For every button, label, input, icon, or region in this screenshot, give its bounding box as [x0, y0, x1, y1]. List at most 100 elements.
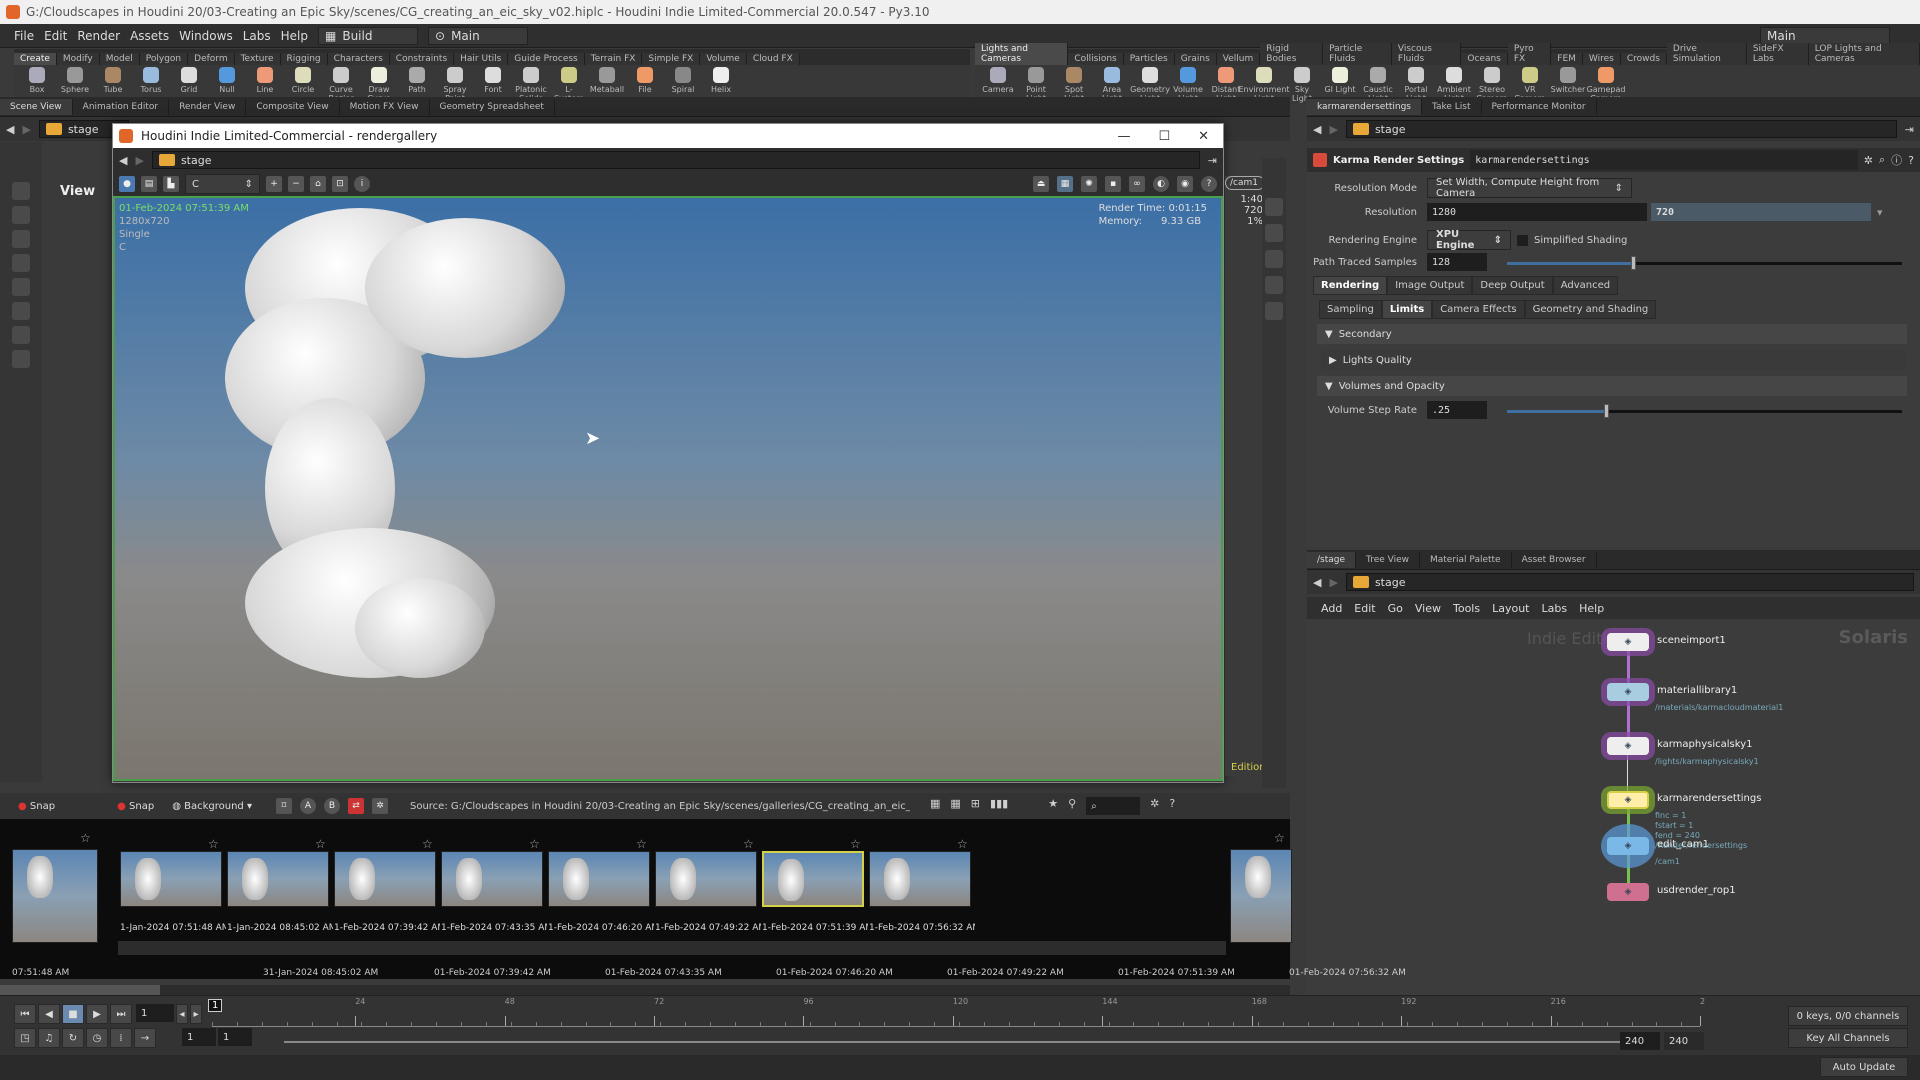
zoom-in-icon[interactable]: +	[266, 176, 282, 192]
gallery-thumbnail[interactable]	[120, 851, 222, 907]
net-menu-view[interactable]: View	[1415, 602, 1441, 615]
search-icon[interactable]: ⌕	[1879, 153, 1885, 167]
snap-button[interactable]: ● Snap	[117, 801, 154, 812]
back-thumbnail-right[interactable]	[1230, 849, 1292, 943]
desktop-select[interactable]: ▦ Build	[318, 26, 418, 45]
menu-labs[interactable]: Labs	[243, 29, 271, 43]
samples-slider[interactable]	[1507, 256, 1902, 270]
shelf-tab-cloud-fx[interactable]: Cloud FX	[746, 53, 800, 65]
net-menu-labs[interactable]: Labs	[1542, 602, 1568, 615]
playback-start-field[interactable]: 1	[218, 1028, 252, 1046]
gallery-thumbnail[interactable]	[227, 851, 329, 907]
crop-icon[interactable]: ▪	[1105, 176, 1121, 192]
pin-icon[interactable]: ⇥	[1208, 154, 1217, 167]
pane-tab-stage[interactable]: /stage	[1307, 551, 1357, 568]
network-node-materiallibrary1[interactable]: ◈	[1607, 683, 1649, 701]
net-menu-add[interactable]: Add	[1321, 602, 1342, 615]
network-node-sceneimport1[interactable]: ◈	[1607, 633, 1649, 651]
samples-field[interactable]: 128	[1427, 253, 1487, 271]
gear-icon[interactable]: ✲	[1864, 154, 1873, 167]
favorite-star-icon[interactable]: ☆	[422, 837, 433, 851]
context-select[interactable]: ⊙ Main	[428, 26, 528, 45]
simplified-shading-checkbox[interactable]	[1517, 234, 1528, 246]
shelf-tool-helix[interactable]: Helix	[704, 67, 738, 94]
gallery-thumbnail[interactable]	[548, 851, 650, 907]
pane-tab-karmarendersettings[interactable]: karmarendersettings	[1307, 98, 1422, 115]
pane-tab-render-view[interactable]: Render View	[169, 98, 247, 115]
favorite-star-icon[interactable]: ☆	[636, 837, 647, 851]
camera-select[interactable]: /cam1	[1225, 176, 1265, 190]
pane-tab-performance-monitor[interactable]: Performance Monitor	[1482, 98, 1597, 115]
range-end-field[interactable]: 240	[1620, 1032, 1660, 1050]
favorite-star-icon[interactable]: ☆	[80, 831, 91, 845]
shelf-tab-rigid-bodies[interactable]: Rigid Bodies	[1260, 43, 1324, 65]
go-start-button[interactable]: ⏮	[14, 1004, 36, 1024]
param-tab-deep-output[interactable]: Deep Output	[1472, 276, 1553, 295]
menu-render[interactable]: Render	[77, 29, 120, 43]
favorite-star-icon[interactable]: ☆	[315, 837, 326, 851]
realtime-icon[interactable]: ◳	[14, 1028, 36, 1048]
lock-icon[interactable]	[1265, 250, 1283, 268]
grid-large-icon[interactable]: ▦	[930, 797, 940, 815]
shelf-tool-line[interactable]: Line	[248, 67, 282, 94]
grid-small-icon[interactable]: ⊞	[971, 797, 980, 815]
shelf-tab-modify[interactable]: Modify	[56, 53, 100, 65]
gallery-scrollbar[interactable]	[118, 941, 1226, 955]
b-compare-icon[interactable]: B	[323, 798, 340, 814]
compare-icon[interactable]: ▤	[141, 176, 157, 192]
shelf-tool-metaball[interactable]: Metaball	[590, 67, 624, 94]
gallery-thumbnail[interactable]	[869, 851, 971, 907]
a-compare-icon[interactable]: A	[299, 798, 316, 814]
pane-tab-animation-editor[interactable]: Animation Editor	[73, 98, 170, 115]
shelf-tool-circle[interactable]: Circle	[286, 67, 320, 94]
current-frame-field[interactable]: 1	[136, 1004, 174, 1022]
net-menu-layout[interactable]: Layout	[1492, 602, 1529, 615]
back-thumbnail[interactable]	[12, 849, 98, 943]
shelf-tab-sidefx-labs[interactable]: SideFX Labs	[1746, 43, 1809, 65]
snap-tool-icon[interactable]	[12, 302, 30, 320]
network-path-field[interactable]: stage	[1345, 573, 1914, 591]
shelf-tool-tube[interactable]: Tube	[96, 67, 130, 94]
resolution-height-field[interactable]: 720	[1651, 203, 1871, 221]
pane-tab-tree-view[interactable]: Tree View	[1356, 551, 1420, 568]
net-menu-tools[interactable]: Tools	[1453, 602, 1480, 615]
shelf-tab-guide-process[interactable]: Guide Process	[508, 53, 585, 65]
go-end-button[interactable]: ⏭	[110, 1004, 132, 1024]
shelf-tab-polygon[interactable]: Polygon	[139, 53, 189, 65]
ab-swap-icon[interactable]: ⇄	[347, 798, 364, 814]
grid-medium-icon[interactable]: ▦	[950, 797, 960, 815]
network-node-edit-cam1[interactable]: ◈	[1607, 837, 1649, 855]
resolution-width-field[interactable]: 1280	[1427, 203, 1647, 221]
shelf-tab-texture[interactable]: Texture	[234, 53, 281, 65]
dialog-forward-icon[interactable]: ▶	[135, 154, 143, 167]
shelf-tab-crowds[interactable]: Crowds	[1620, 53, 1667, 65]
shelf-tab-wires[interactable]: Wires	[1582, 53, 1621, 65]
shelf-tool-camera[interactable]: Camera	[981, 67, 1015, 94]
playback-end-field[interactable]: 240	[1664, 1032, 1704, 1050]
shelf-tool-null[interactable]: Null	[210, 67, 244, 94]
shelf-tool-gi-light[interactable]: GI Light	[1323, 67, 1357, 94]
shelf-tool-sphere[interactable]: Sphere	[58, 67, 92, 94]
pin-icon[interactable]: ⇥	[1905, 123, 1914, 136]
shelf-tab-model[interactable]: Model	[99, 53, 140, 65]
tag-icon[interactable]: ⌑	[275, 798, 292, 814]
menu-edit[interactable]: Edit	[44, 29, 67, 43]
shelf-tool-grid[interactable]: Grid	[172, 67, 206, 94]
shelf-tab-terrain-fx[interactable]: Terrain FX	[584, 53, 643, 65]
shelf-tool-box[interactable]: Box	[20, 67, 54, 94]
loop-icon[interactable]: ↻	[62, 1028, 84, 1048]
net-menu-go[interactable]: Go	[1388, 602, 1403, 615]
dialog-path-field[interactable]: stage	[151, 151, 1200, 169]
strip-view-icon[interactable]: ▮▮▮	[990, 797, 1008, 815]
res-dropdown-icon[interactable]: ▾	[1877, 206, 1883, 219]
menu-assets[interactable]: Assets	[130, 29, 169, 43]
shelf-tool-torus[interactable]: Torus	[134, 67, 168, 94]
shelf-tab-vellum[interactable]: Vellum	[1216, 53, 1261, 65]
range-slider[interactable]	[284, 1041, 1620, 1043]
step-rate-field[interactable]: .25	[1427, 401, 1487, 419]
shelf-tab-particles[interactable]: Particles	[1123, 53, 1175, 65]
contrast-icon[interactable]: ◐	[1153, 176, 1169, 192]
net-menu-edit[interactable]: Edit	[1354, 602, 1375, 615]
light-icon[interactable]: ✺	[1081, 176, 1097, 192]
step-rate-slider-handle[interactable]	[1603, 404, 1609, 418]
